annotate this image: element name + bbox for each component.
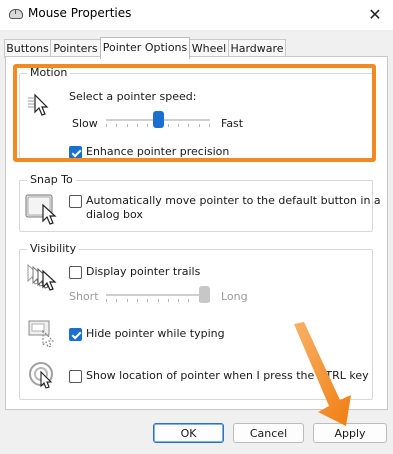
- hide-pointer-icon: [28, 320, 55, 348]
- pointer-trail-length-slider[interactable]: [106, 283, 210, 307]
- slider-tick: [188, 124, 189, 127]
- snap-to-label-line1: Automatically move pointer to the defaul…: [86, 194, 381, 207]
- enhance-precision-checkbox[interactable]: [69, 146, 82, 159]
- snap-to-label-line2: dialog box: [86, 208, 143, 221]
- slider-tick: [147, 124, 148, 127]
- slider-tick: [116, 299, 117, 302]
- mouse-icon: [9, 9, 23, 19]
- snap-to-group-label: Snap To: [27, 173, 76, 186]
- trail-long-label: Long: [221, 290, 248, 303]
- title-bar: Mouse Properties ✕: [0, 0, 393, 30]
- pointer-trails-checkbox[interactable]: [69, 266, 82, 279]
- slider-tick: [106, 299, 107, 302]
- trail-slider-thumb[interactable]: [199, 286, 210, 303]
- pointer-trails-label: Display pointer trails: [86, 265, 201, 278]
- speed-label: Select a pointer speed:: [69, 90, 197, 103]
- slider-tick: [127, 299, 128, 302]
- snap-to-checkbox[interactable]: [69, 195, 82, 208]
- slider-tick: [199, 124, 200, 127]
- slider-tick: [209, 124, 210, 127]
- window-title: Mouse Properties: [28, 6, 132, 20]
- annotation-arrow-icon: [294, 322, 351, 426]
- slider-tick: [147, 299, 148, 302]
- pointer-speed-icon: [28, 93, 49, 116]
- slider-tick: [116, 124, 117, 127]
- slider-tick: [137, 299, 138, 302]
- ok-button[interactable]: OK: [153, 423, 224, 443]
- snap-to-icon: [25, 194, 57, 225]
- trail-short-label: Short: [69, 290, 99, 303]
- slider-tick: [168, 299, 169, 302]
- speed-slider-thumb[interactable]: [153, 111, 164, 128]
- slider-tick: [158, 299, 159, 302]
- slider-tick: [178, 299, 179, 302]
- slider-tick: [188, 299, 189, 302]
- show-location-checkbox[interactable]: [69, 370, 82, 383]
- slider-tick: [127, 124, 128, 127]
- enhance-precision-label: Enhance pointer precision: [86, 145, 230, 158]
- close-button[interactable]: ✕: [361, 2, 389, 28]
- hide-pointer-checkbox[interactable]: [69, 328, 82, 341]
- hide-pointer-label: Hide pointer while typing: [86, 327, 225, 340]
- slider-tick: [178, 124, 179, 127]
- pointer-trails-icon: [27, 263, 57, 291]
- show-location-icon: [29, 362, 53, 389]
- slider-tick: [137, 124, 138, 127]
- slow-label: Slow: [72, 117, 98, 130]
- tab-pointer-options[interactable]: Pointer Options: [100, 37, 190, 59]
- motion-group-label: Motion: [27, 66, 71, 79]
- slider-tick: [106, 124, 107, 127]
- pointer-speed-slider[interactable]: [106, 108, 210, 132]
- trail-slider-track: [106, 294, 210, 296]
- visibility-group-label: Visibility: [27, 242, 80, 255]
- fast-label: Fast: [221, 117, 244, 130]
- slider-tick: [168, 124, 169, 127]
